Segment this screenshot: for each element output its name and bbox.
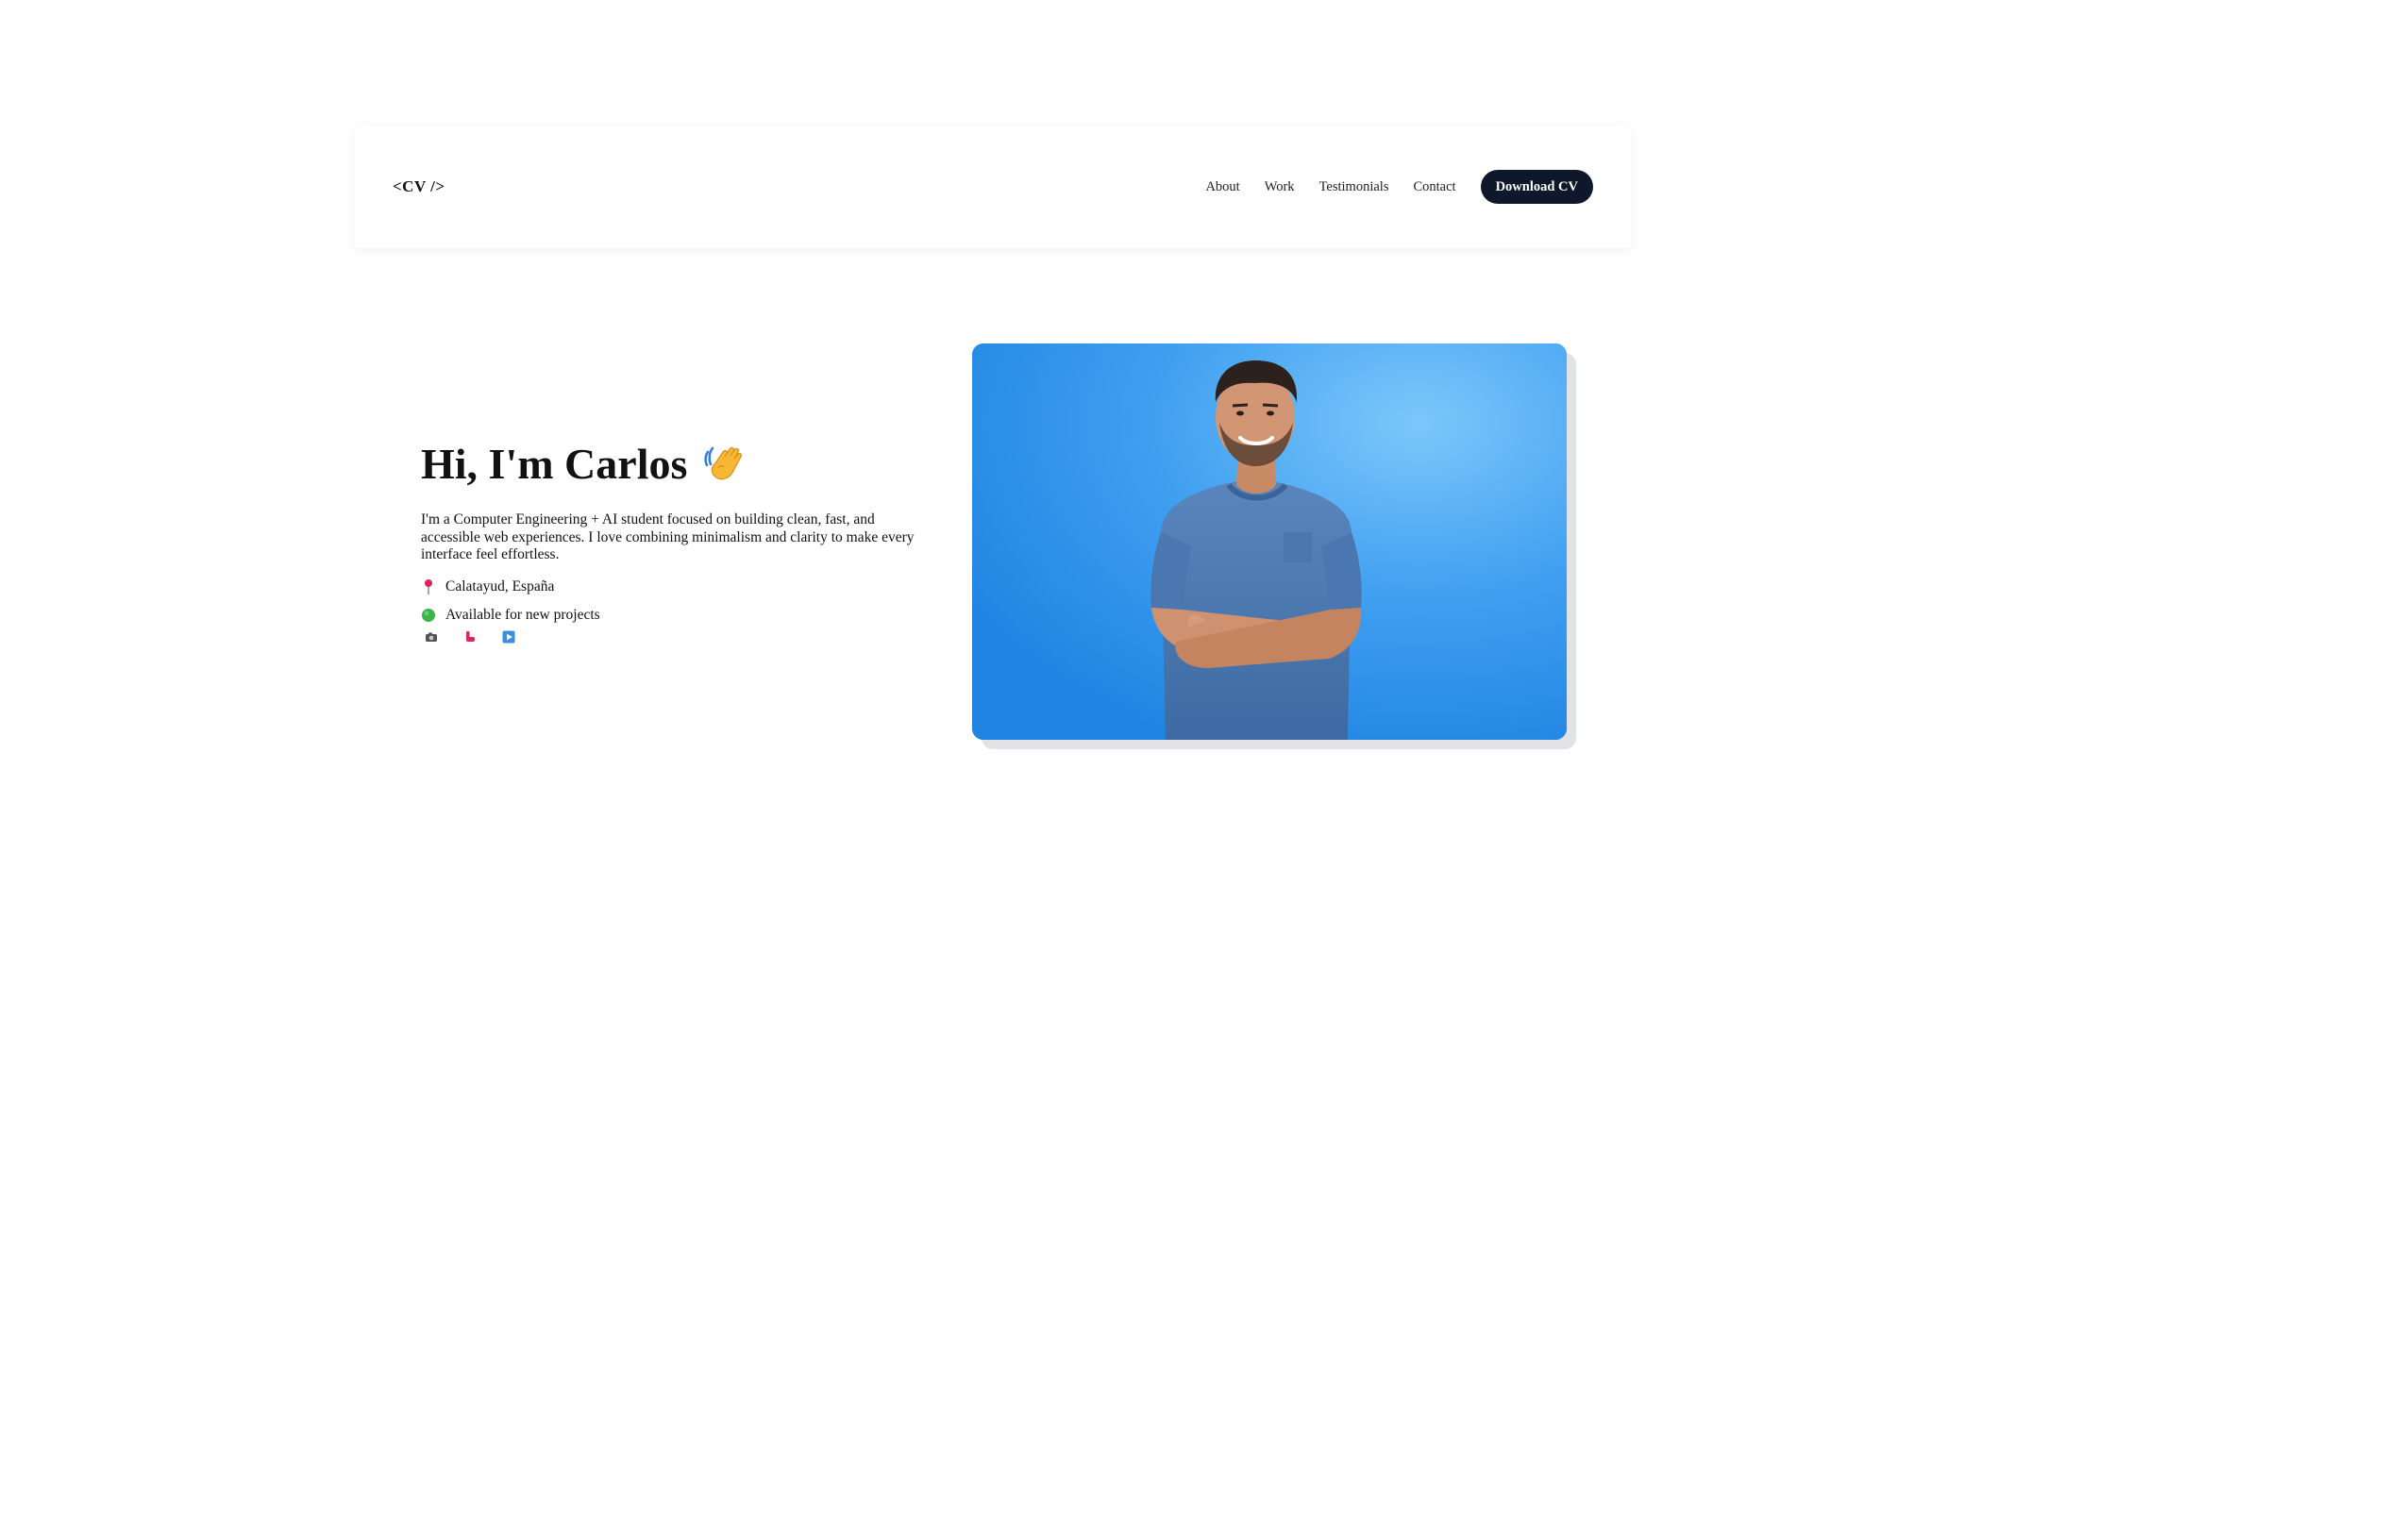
- availability-row: Available for new projects: [421, 607, 921, 624]
- page: <CV /> About Work Testimonials Contact D…: [0, 0, 2401, 1540]
- person-illustration: [972, 343, 1567, 740]
- waving-hand-icon: [702, 441, 749, 488]
- hero-intro: Hi, I'm Carlos I'm a Computer Engineerin…: [421, 436, 921, 644]
- hero-description: I'm a Computer Engineering + AI student …: [421, 511, 915, 562]
- location-row: Calatayud, España: [421, 578, 921, 595]
- navbar: <CV /> About Work Testimonials Contact D…: [355, 126, 1631, 248]
- nav-link-testimonials[interactable]: Testimonials: [1319, 179, 1389, 195]
- play-icon[interactable]: [502, 630, 515, 644]
- availability-text: Available for new projects: [445, 607, 600, 623]
- main-nav: About Work Testimonials Contact Download…: [1181, 170, 1593, 204]
- site-logo[interactable]: <CV />: [393, 177, 445, 196]
- profile-photo: [972, 343, 1567, 740]
- camera-icon[interactable]: [425, 630, 438, 644]
- nav-link-contact[interactable]: Contact: [1413, 179, 1455, 195]
- nav-link-about[interactable]: About: [1205, 179, 1239, 195]
- instagram-icon[interactable]: [463, 630, 477, 644]
- green-circle-icon: [421, 607, 436, 624]
- social-links: [425, 630, 921, 644]
- location-text: Calatayud, España: [445, 578, 555, 594]
- nav-link-work[interactable]: Work: [1265, 179, 1295, 195]
- hero-heading: Hi, I'm Carlos: [421, 436, 921, 493]
- download-cv-button[interactable]: Download CV: [1480, 170, 1593, 204]
- hero-title: Hi, I'm Carlos: [421, 440, 688, 488]
- pin-icon: [421, 578, 436, 595]
